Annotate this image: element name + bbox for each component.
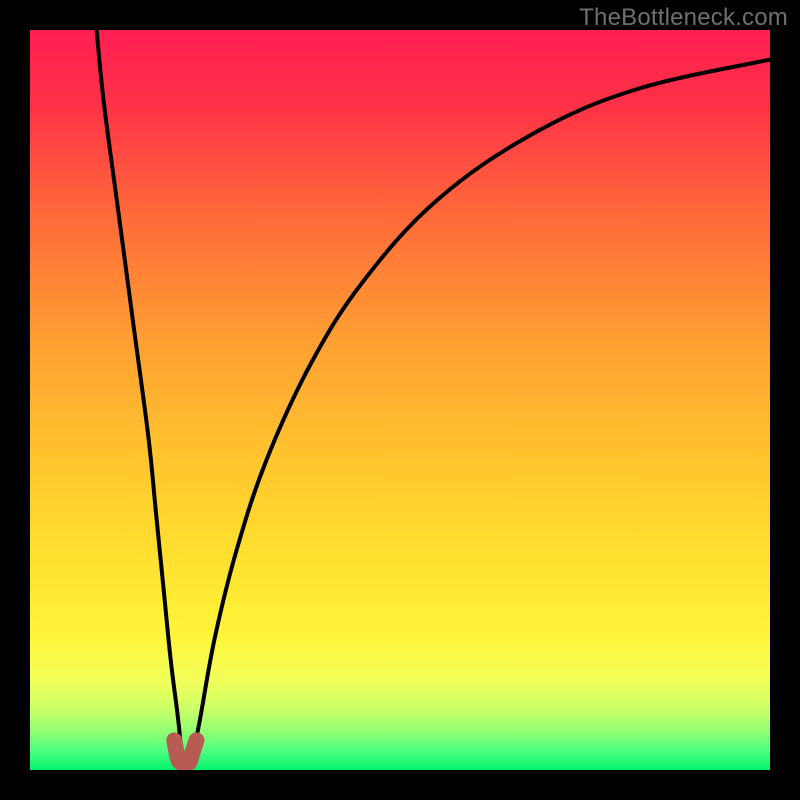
curves-layer (30, 30, 770, 770)
curve-right-branch (193, 60, 770, 756)
chart-frame: TheBottleneck.com (0, 0, 800, 800)
optimal-marker (174, 740, 196, 763)
watermark-text: TheBottleneck.com (579, 4, 788, 32)
curve-left-branch (97, 30, 182, 755)
plot-area (30, 30, 770, 770)
